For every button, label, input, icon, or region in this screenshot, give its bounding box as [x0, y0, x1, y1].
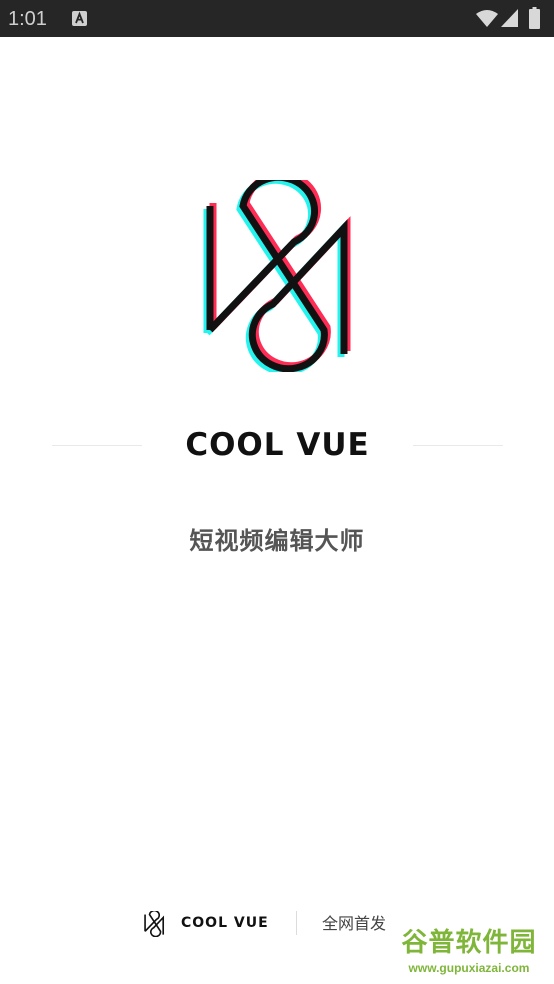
battery-icon — [529, 7, 540, 29]
status-time: 1:01 — [8, 8, 47, 30]
a-notification-icon — [72, 11, 87, 26]
footer-brand: COOL VUE — [181, 915, 269, 931]
footer-note: 全网首发 — [322, 914, 387, 933]
site-watermark: 谷普软件园 www.gupuxiazai.com — [386, 925, 552, 981]
divider-left — [52, 445, 142, 446]
watermark-url: www.gupuxiazai.com — [408, 961, 530, 975]
brand-name: COOL VUE — [185, 427, 370, 463]
wifi-icon — [476, 10, 498, 27]
tagline: 短视频编辑大师 — [189, 527, 365, 555]
watermark-site-name: 谷普软件园 — [401, 928, 537, 958]
divider-right — [413, 445, 503, 446]
cell-signal-icon — [501, 9, 518, 27]
status-bar: 1:01 — [0, 0, 554, 37]
small-1984-logo — [144, 911, 165, 937]
footer-separator — [296, 911, 297, 935]
brand-row: COOL VUE — [0, 420, 554, 470]
glitch-1984-logo — [203, 180, 351, 372]
